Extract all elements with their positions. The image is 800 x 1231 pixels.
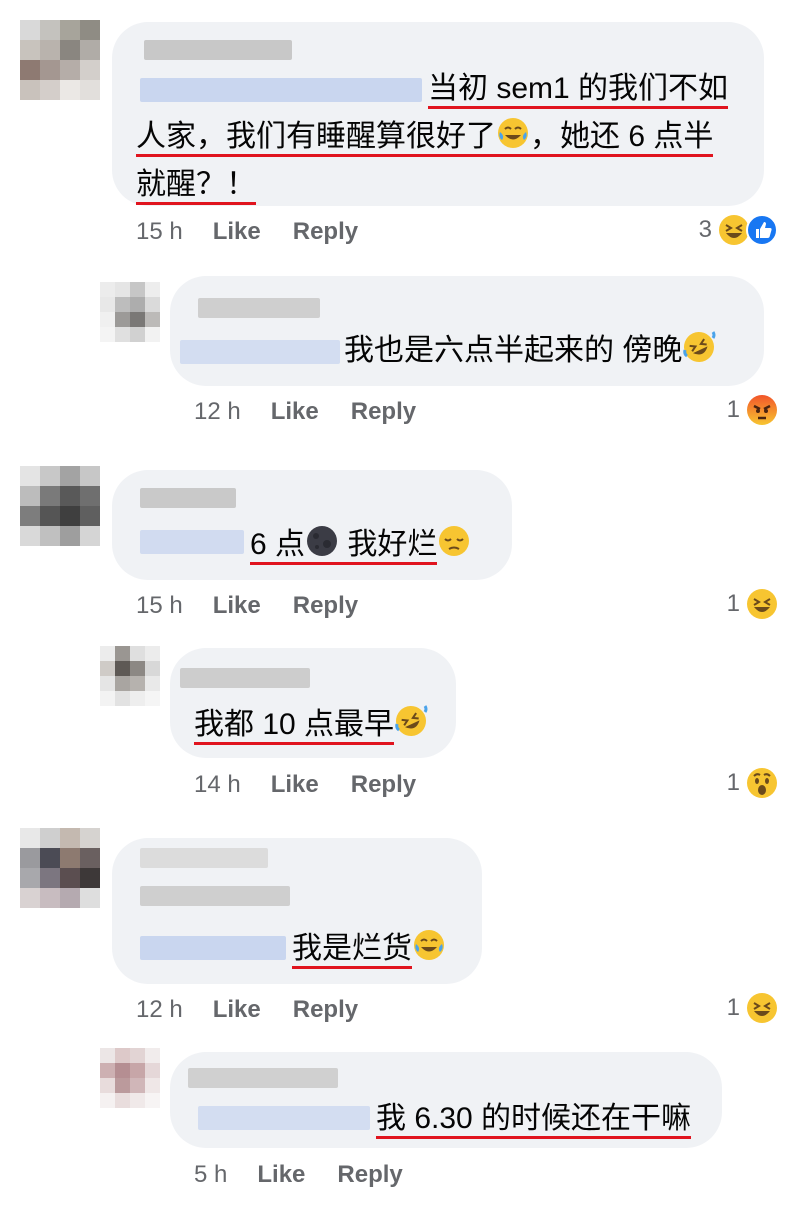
- reaction-count: 1: [726, 396, 740, 423]
- timestamp[interactable]: 15 h: [136, 218, 183, 245]
- comment-actions: 14 h Like Reply: [194, 771, 448, 799]
- like-button[interactable]: Like: [257, 1161, 305, 1188]
- blurred-mention-tag[interactable]: [140, 78, 422, 102]
- comment-text: 我都 10 点最早: [194, 702, 428, 752]
- rofl-emoji-icon: [682, 330, 716, 378]
- like-button[interactable]: Like: [213, 996, 261, 1023]
- reaction-count: 1: [726, 769, 740, 796]
- tears-of-joy-emoji-icon: [496, 116, 530, 164]
- angry-icon: [746, 394, 778, 426]
- comment-text: 我是烂货: [292, 926, 446, 976]
- comment-text: 我 6.30 的时候还在干嘛: [376, 1096, 692, 1142]
- blurred-author-name[interactable]: [180, 668, 310, 688]
- like-button[interactable]: Like: [271, 771, 319, 798]
- blurred-author-name[interactable]: [198, 298, 320, 318]
- comment-text: 我也是六点半起来的 傍晚: [344, 328, 716, 378]
- comment-bubble[interactable]: 我都 10 点最早: [170, 648, 456, 758]
- blurred-author-name[interactable]: [140, 848, 268, 868]
- like-button[interactable]: Like: [271, 398, 319, 425]
- reply-button[interactable]: Reply: [293, 996, 358, 1023]
- comment-bubble[interactable]: 当初 sem1 的我们不如 人家，我们有睡醒算很好了 ，她还 6 点半 就醒？！: [112, 22, 764, 206]
- comment-bubble[interactable]: 我也是六点半起来的 傍晚: [170, 276, 764, 386]
- blurred-author-name[interactable]: [140, 488, 236, 508]
- like-button[interactable]: Like: [213, 592, 261, 619]
- reply-button[interactable]: Reply: [351, 398, 416, 425]
- reaction-count: 3: [698, 216, 712, 243]
- avatar[interactable]: [100, 282, 160, 342]
- reaction-summary[interactable]: 1: [727, 588, 778, 620]
- timestamp[interactable]: 12 h: [136, 996, 183, 1023]
- blurred-mention-tag[interactable]: [140, 530, 244, 554]
- reply-button[interactable]: Reply: [293, 592, 358, 619]
- timestamp[interactable]: 12 h: [194, 398, 241, 425]
- rofl-emoji-icon: [394, 704, 428, 752]
- blurred-mention-tag[interactable]: [180, 340, 340, 364]
- reaction-summary[interactable]: 1: [727, 767, 778, 799]
- wow-icon: [746, 767, 778, 799]
- comment-text: 6 点 我好烂: [250, 522, 471, 572]
- reply-button[interactable]: Reply: [293, 218, 358, 245]
- blurred-author-name[interactable]: [144, 40, 292, 60]
- reaction-summary[interactable]: 3: [699, 214, 778, 246]
- like-icon: [746, 214, 778, 246]
- comment-text: 就醒？！: [136, 162, 256, 208]
- haha-icon: [746, 992, 778, 1024]
- like-button[interactable]: Like: [213, 218, 261, 245]
- timestamp[interactable]: 15 h: [136, 592, 183, 619]
- new-moon-face-emoji-icon: [305, 524, 339, 572]
- pensive-emoji-icon: [437, 524, 471, 572]
- comment-text: 人家，我们有睡醒算很好了 ，她还 6 点半: [136, 114, 714, 164]
- reaction-count: 1: [726, 590, 740, 617]
- reaction-count: 1: [726, 994, 740, 1021]
- tears-of-joy-emoji-icon: [412, 928, 446, 976]
- comment-actions: 5 h Like Reply: [194, 1161, 435, 1189]
- avatar[interactable]: [20, 828, 100, 908]
- reaction-summary[interactable]: 1: [727, 394, 778, 426]
- comment-bubble[interactable]: 6 点 我好烂: [112, 470, 512, 580]
- blurred-author-name[interactable]: [140, 886, 290, 906]
- blurred-author-name[interactable]: [188, 1068, 338, 1088]
- comment-actions: 12 h Like Reply: [194, 398, 448, 426]
- avatar[interactable]: [100, 1048, 160, 1108]
- timestamp[interactable]: 14 h: [194, 771, 241, 798]
- comment-actions: 12 h Like Reply: [136, 996, 390, 1024]
- timestamp[interactable]: 5 h: [194, 1161, 227, 1188]
- avatar[interactable]: [20, 20, 100, 100]
- comment-text: 当初 sem1 的我们不如: [428, 66, 729, 112]
- haha-icon: [746, 588, 778, 620]
- comment-actions: 15 h Like Reply: [136, 218, 390, 246]
- reply-button[interactable]: Reply: [351, 771, 416, 798]
- avatar[interactable]: [100, 646, 160, 706]
- comment-bubble[interactable]: 我是烂货: [112, 838, 482, 984]
- comment-bubble[interactable]: 我 6.30 的时候还在干嘛: [170, 1052, 722, 1148]
- blurred-mention-tag[interactable]: [140, 936, 286, 960]
- avatar[interactable]: [20, 466, 100, 546]
- blurred-mention-tag[interactable]: [198, 1106, 370, 1130]
- reply-button[interactable]: Reply: [337, 1161, 402, 1188]
- comment-actions: 15 h Like Reply: [136, 592, 390, 620]
- reaction-summary[interactable]: 1: [727, 992, 778, 1024]
